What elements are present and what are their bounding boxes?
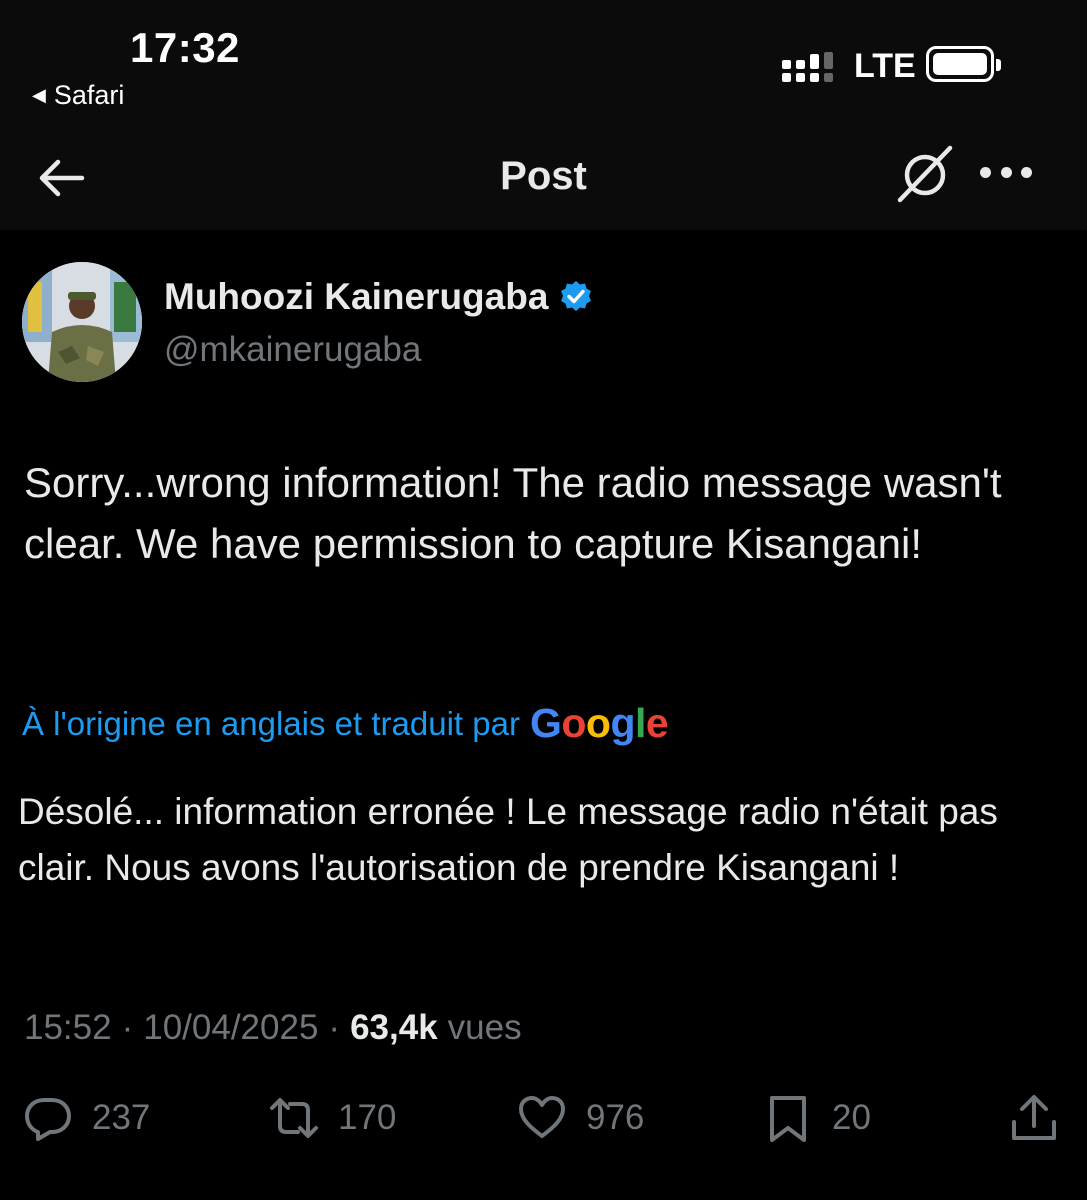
post-time: 15:52 <box>24 1008 112 1047</box>
avatar-image <box>22 262 142 382</box>
avatar[interactable] <box>22 262 142 382</box>
grok-icon[interactable] <box>896 144 954 204</box>
reply-count: 237 <box>92 1098 151 1137</box>
post-meta: 15:52 · 10/04/2025 · 63,4k vues <box>24 1008 522 1048</box>
translation-note[interactable]: À l'origine en anglais et traduit par Go… <box>22 700 669 747</box>
repost-count: 170 <box>338 1098 397 1137</box>
meta-separator: · <box>121 1008 134 1047</box>
verified-badge-icon <box>561 281 592 311</box>
repost-button[interactable]: 170 <box>268 1085 396 1151</box>
battery-icon <box>926 46 1001 82</box>
status-clock: 17:32 <box>130 24 240 71</box>
bookmark-count: 20 <box>832 1098 871 1137</box>
views-count: 63,4k <box>350 1008 438 1047</box>
bookmark-icon <box>770 1096 806 1142</box>
like-button[interactable]: 976 <box>516 1085 644 1151</box>
like-count: 976 <box>586 1098 645 1137</box>
like-icon <box>519 1096 565 1138</box>
nav-bar: Post <box>0 130 1087 230</box>
back-triangle-icon: ◀ <box>32 85 46 105</box>
author-handle[interactable]: @mkainerugaba <box>164 330 421 370</box>
google-logo: Google <box>529 700 669 746</box>
bookmark-button[interactable]: 20 <box>762 1085 871 1151</box>
author-name[interactable]: Muhoozi Kainerugaba <box>164 276 594 318</box>
network-type: LTE <box>854 47 916 85</box>
back-to-app-link[interactable]: ◀ Safari <box>32 80 124 111</box>
back-app-label: Safari <box>53 80 125 110</box>
reply-button[interactable]: 237 <box>22 1085 150 1151</box>
author-name-text: Muhoozi Kainerugaba <box>164 276 549 317</box>
post-text: Sorry...wrong information! The radio mes… <box>24 459 1002 567</box>
repost-icon <box>270 1098 318 1138</box>
translated-text: Désolé... information erronée ! Le messa… <box>18 791 998 888</box>
signal-icon <box>782 52 833 82</box>
share-button[interactable] <box>1008 1085 1060 1151</box>
share-icon <box>1012 1095 1056 1140</box>
translation-note-text: À l'origine en anglais et traduit par <box>22 704 520 742</box>
action-bar: 237 170 976 20 <box>0 1085 1087 1155</box>
status-bar: 17:32 ◀ Safari LTE <box>0 0 1087 130</box>
more-icon[interactable] <box>980 164 1032 180</box>
reply-icon <box>25 1098 71 1141</box>
post-date: 10/04/2025 <box>143 1008 319 1047</box>
views-label: vues <box>447 1008 522 1047</box>
meta-separator: · <box>328 1008 341 1047</box>
